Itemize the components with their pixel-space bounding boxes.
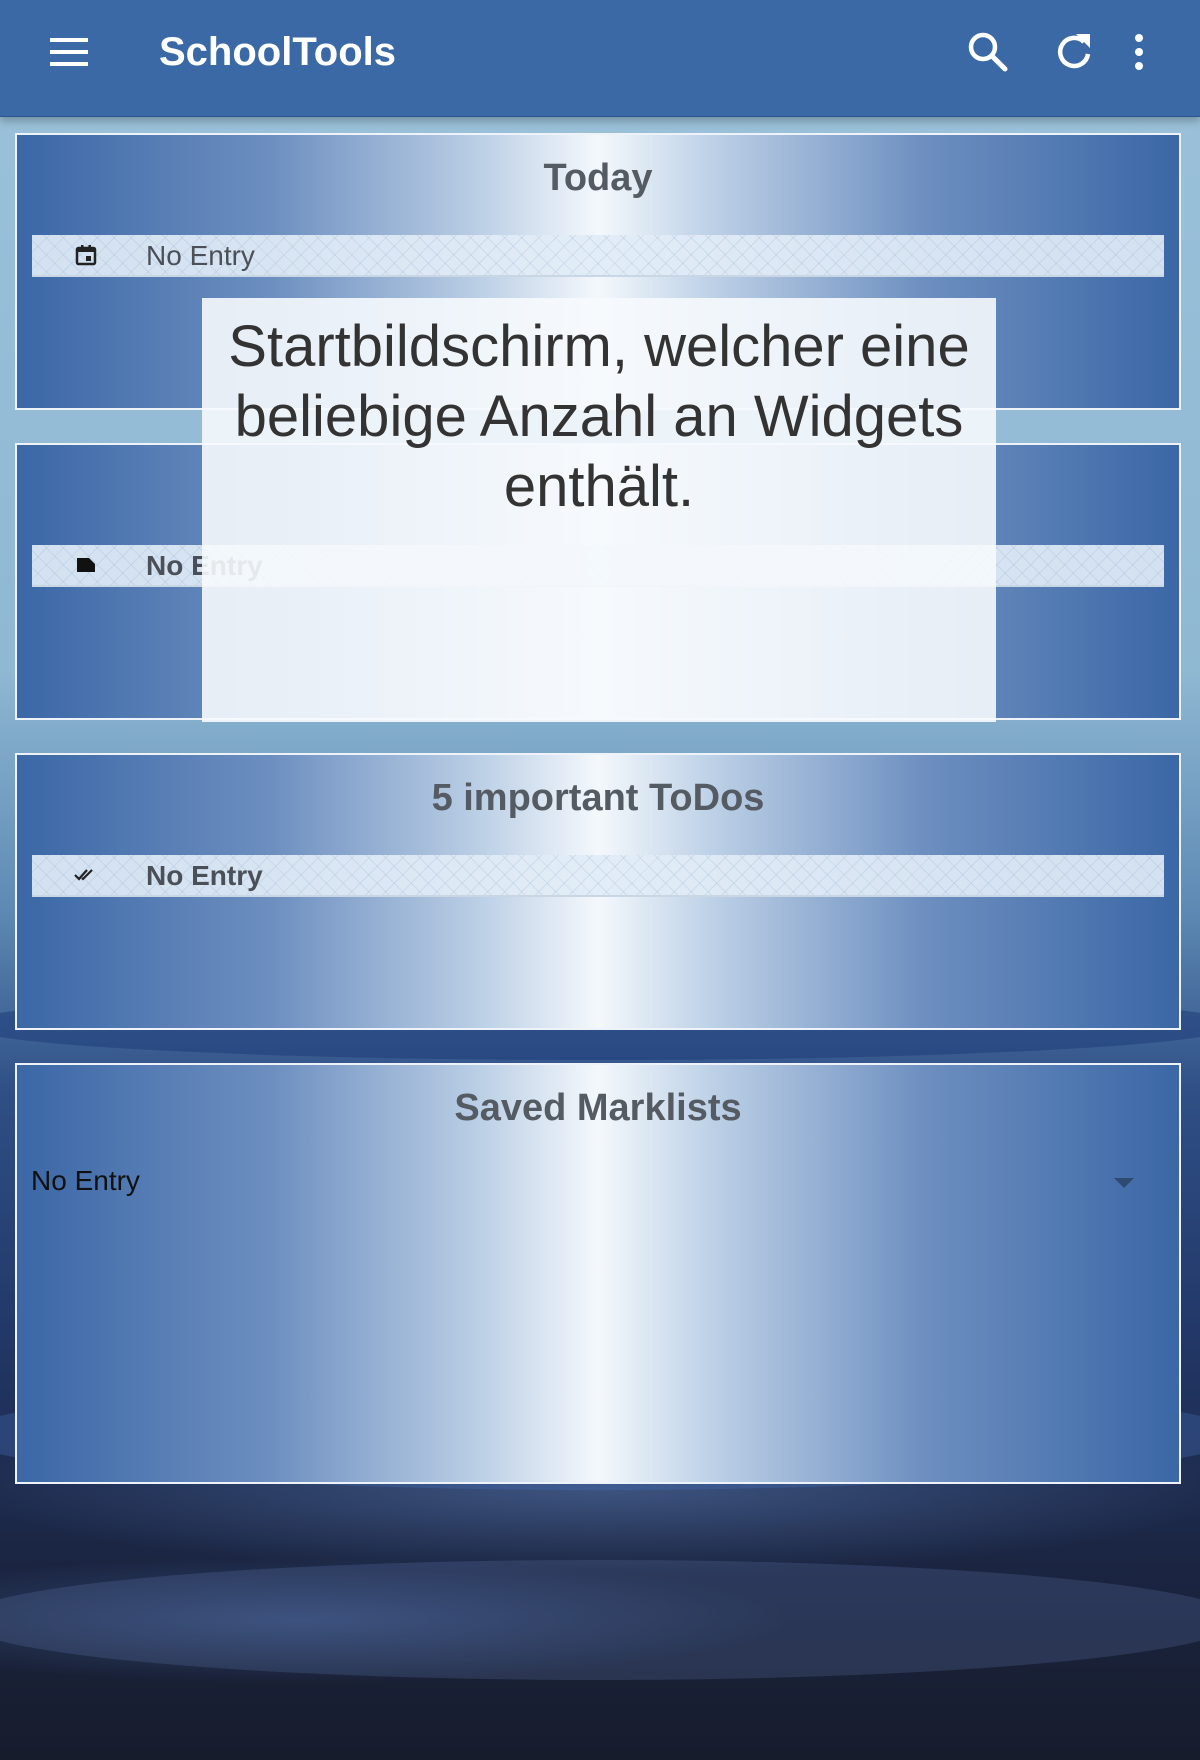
wave-decoration	[0, 1560, 1200, 1680]
more-vert-icon[interactable]	[1115, 28, 1163, 76]
search-icon[interactable]	[964, 28, 1012, 76]
marklist-select[interactable]: No Entry	[25, 1160, 1171, 1204]
list-item[interactable]: No Entry	[32, 855, 1164, 897]
list-item[interactable]: No Entry	[32, 235, 1164, 277]
refresh-icon[interactable]	[1050, 28, 1098, 76]
double-check-icon	[74, 863, 98, 887]
widget-title: Today	[543, 157, 653, 199]
label-icon	[74, 553, 98, 577]
menu-icon[interactable]	[46, 28, 94, 76]
caption-text: Startbildschirm, welcher eine beliebige …	[228, 314, 970, 519]
app-bar: SchoolTools	[0, 0, 1200, 117]
entry-text: No Entry	[146, 240, 255, 271]
entry-text: No Entry	[146, 860, 263, 891]
calendar-icon	[74, 243, 98, 267]
widget-title: Saved Marklists	[454, 1087, 742, 1129]
widget-title: 5 important ToDos	[431, 777, 765, 819]
app-title: SchoolTools	[159, 30, 397, 74]
widget-todos: 5 important ToDos No Entry	[15, 753, 1181, 1030]
caption-overlay: Startbildschirm, welcher eine beliebige …	[202, 298, 996, 722]
widget-saved-marklists: Saved Marklists No Entry	[15, 1063, 1181, 1484]
dropdown-arrow-icon[interactable]	[1111, 1170, 1137, 1196]
select-value: No Entry	[31, 1165, 140, 1196]
